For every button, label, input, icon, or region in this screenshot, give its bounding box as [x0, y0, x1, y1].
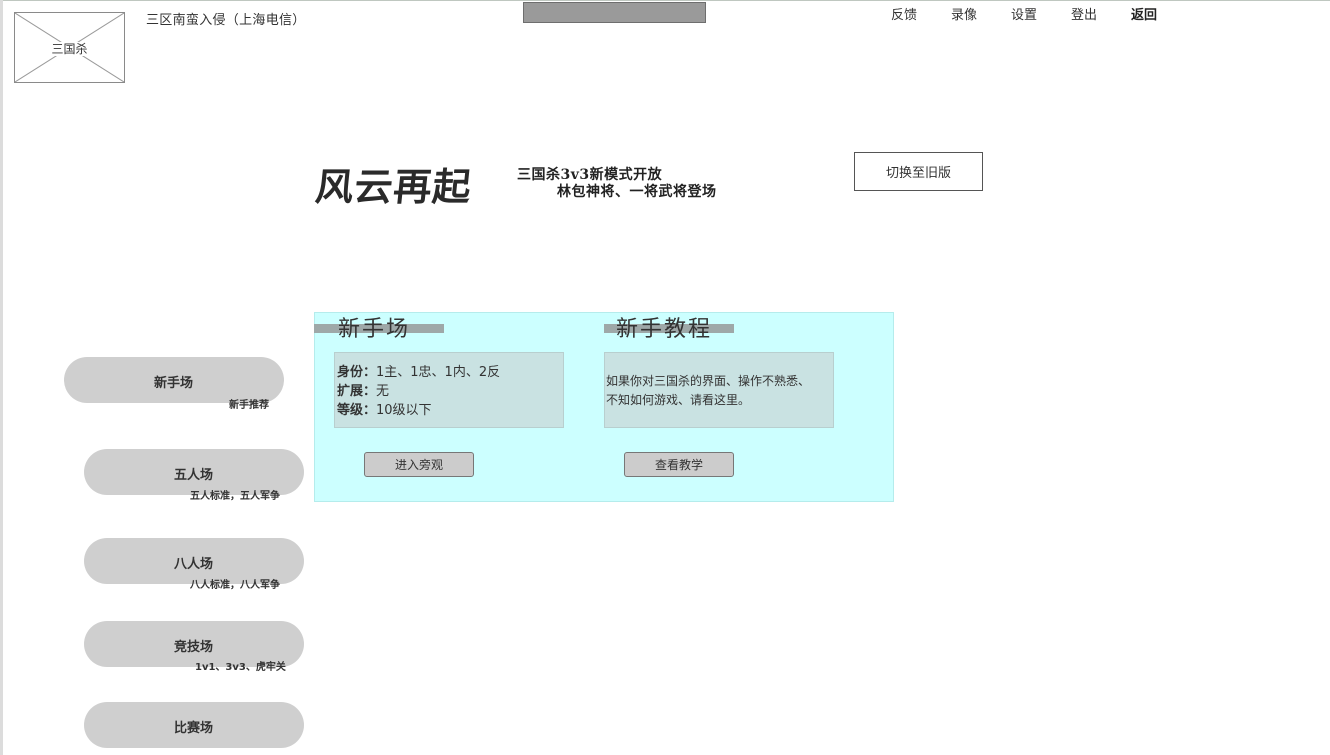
menu-item-title: 竞技场: [174, 640, 214, 655]
menu-item-subtitle: 五人标准，五人军争: [190, 491, 280, 502]
menu-item-title: 新手场: [154, 376, 194, 391]
tutorial-info-box: 如果你对三国杀的界面、操作不熟悉、 不知如何游戏、请看这里。: [604, 352, 834, 428]
menu-item-arena[interactable]: 竞技场 1v1、3v3、虎牢关: [84, 621, 304, 673]
identity-value: 1主、1忠、1内、2反: [376, 365, 501, 380]
tutorial-text-line2: 不知如何游戏、请看这里。: [606, 393, 751, 407]
menu-item-subtitle: 1v1、3v3、虎牢关: [195, 662, 286, 673]
top-border: [0, 0, 1330, 1]
expansion-label: 扩展：: [337, 384, 377, 399]
banner-title: 风云再起: [313, 164, 475, 209]
expansion-value: 无: [376, 384, 390, 399]
level-value: 10级以下: [376, 403, 432, 418]
tutorial-section-title: 新手教程: [616, 317, 713, 342]
menu-item-five-player[interactable]: 五人场 五人标准，五人军争: [84, 449, 304, 502]
newbie-section-title: 新手场: [338, 317, 411, 342]
server-label: 三区南蛮入侵（上海电信）: [146, 13, 306, 28]
nav-settings[interactable]: 设置: [1011, 4, 1037, 23]
menu-item-tournament[interactable]: 比赛场: [84, 702, 304, 748]
top-status-bar: [523, 2, 706, 23]
menu-item-title: 比赛场: [174, 721, 214, 736]
menu-item-newbie[interactable]: 新手场 新手推荐: [64, 357, 284, 411]
identity-row: 身份：1主、1忠、1内、2反: [337, 363, 500, 382]
left-border: [0, 0, 3, 755]
menu-item-title: 八人场: [174, 557, 214, 572]
menu-item-subtitle: 新手推荐: [229, 400, 269, 411]
expansion-row: 扩展：无: [337, 382, 389, 401]
switch-old-version-button[interactable]: 切换至旧版: [854, 152, 983, 191]
logo-placeholder: 三国杀: [14, 12, 125, 83]
level-label: 等级：: [337, 403, 377, 418]
nav-feedback[interactable]: 反馈: [891, 4, 917, 23]
nav-back[interactable]: 返回: [1131, 4, 1157, 23]
menu-item-title: 五人场: [174, 468, 214, 483]
nav-logout[interactable]: 登出: [1071, 4, 1097, 23]
identity-label: 身份：: [337, 365, 377, 380]
logo-text: 三国杀: [50, 42, 89, 56]
menu-item-eight-player[interactable]: 八人场 八人标准，八人军争: [84, 538, 304, 591]
view-tutorial-button[interactable]: 查看教学: [624, 452, 734, 477]
banner-subtitle-2: 林包神将、一将武将登场: [557, 184, 717, 200]
level-row: 等级：10级以下: [337, 401, 432, 420]
tutorial-text-line1: 如果你对三国杀的界面、操作不熟悉、: [606, 374, 811, 388]
enter-spectate-button[interactable]: 进入旁观: [364, 452, 474, 477]
newbie-info-box: 身份：1主、1忠、1内、2反 扩展：无 等级：10级以下: [334, 352, 564, 428]
menu-item-subtitle: 八人标准，八人军争: [190, 580, 280, 591]
nav-replay[interactable]: 录像: [951, 4, 977, 23]
